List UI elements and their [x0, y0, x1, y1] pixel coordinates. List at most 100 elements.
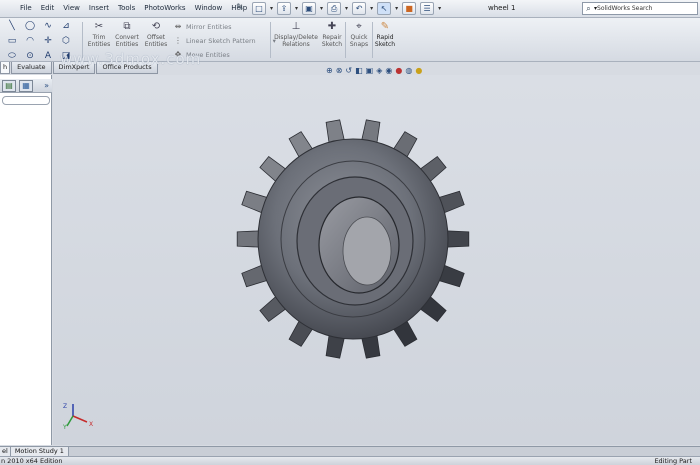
rapid-sketch-label: Rapid Sketch	[374, 34, 396, 48]
menu-tools[interactable]: Tools	[118, 4, 135, 12]
tab-evaluate[interactable]: Evaluate	[11, 62, 52, 74]
graphics-area[interactable]: Z X Y	[53, 75, 700, 445]
tab-model[interactable]: el	[0, 447, 11, 456]
options-icon[interactable]: ☰	[420, 2, 435, 15]
chevron-down-icon[interactable]: ▾	[438, 2, 441, 15]
edit-appearance-icon[interactable]: ●	[395, 66, 402, 76]
search-input[interactable]: SolidWorks Search	[597, 5, 652, 12]
solidworks-search[interactable]: ⌕ ▾ SolidWorks Search	[582, 2, 698, 15]
section-view-icon[interactable]: ◧	[355, 66, 363, 76]
search-icon: ⌕	[586, 4, 591, 13]
hide-show-icon[interactable]: ◉	[385, 66, 392, 76]
previous-view-icon[interactable]: ↺	[345, 66, 352, 76]
gear-model[interactable]	[235, 111, 475, 361]
property-manager-tab-icon[interactable]: ▦	[19, 79, 33, 92]
menu-insert[interactable]: Insert	[89, 4, 109, 12]
status-mode: Editing Part	[654, 457, 692, 465]
zoom-to-fit-icon[interactable]: ⊕	[326, 66, 333, 76]
rapid-sketch-button[interactable]: ✎ Rapid Sketch	[373, 21, 397, 48]
print-icon[interactable]: ⎙	[327, 2, 342, 15]
offset-icon: ⟲	[151, 21, 161, 32]
display-delete-relations-button[interactable]: ⊥ Display/Delete Relations	[273, 21, 319, 48]
menu-bar: File Edit View Insert Tools PhotoWorks W…	[0, 0, 700, 18]
mirror-icon: ⇹	[174, 22, 182, 31]
trim-icon: ✂	[94, 21, 104, 32]
menu-edit[interactable]: Edit	[41, 4, 55, 12]
convert-entities-button[interactable]: ⧉ Convert Entities	[113, 21, 141, 48]
line-icon[interactable]: ╲	[3, 20, 21, 33]
triad-x-label: X	[89, 421, 93, 428]
polygon-icon[interactable]: ⬡	[57, 35, 75, 48]
repair-sketch-label: Repair Sketch	[321, 34, 343, 48]
trim-entities-button[interactable]: ✂ Trim Entities	[87, 21, 111, 48]
chevron-down-icon[interactable]: ▾	[370, 2, 373, 15]
relations-icon: ⊥	[291, 21, 301, 32]
smart-dimension-icon[interactable]: ⊿	[57, 20, 75, 33]
view-settings-icon[interactable]: ●	[415, 66, 422, 76]
quick-snaps-button[interactable]: ⌖ Quick Snaps	[347, 21, 371, 48]
chevron-down-icon[interactable]: ▾	[295, 2, 298, 15]
display-style-icon[interactable]: ◈	[376, 66, 382, 76]
repair-icon: ✚	[327, 21, 337, 32]
quick-snaps-icon: ⌖	[356, 21, 362, 32]
rebuild-icon[interactable]: ■	[402, 2, 417, 15]
menu-file[interactable]: File	[20, 4, 32, 12]
save-icon[interactable]: ▣	[302, 2, 317, 15]
chevron-down-icon[interactable]: ▾	[395, 2, 398, 15]
tab-motion-study-1[interactable]: Motion Study 1	[10, 447, 69, 456]
menu-view[interactable]: View	[63, 4, 80, 12]
tab-sketch[interactable]: h	[0, 62, 11, 74]
spline-icon[interactable]: ∿	[39, 20, 57, 33]
rectangle-icon[interactable]: ▭	[3, 35, 21, 48]
bottom-tabs: el Motion Study 1	[0, 446, 700, 456]
open-icon[interactable]: ⇪	[277, 2, 292, 15]
point-icon[interactable]: ✛	[39, 35, 57, 48]
separator	[345, 22, 346, 58]
offset-entities-button[interactable]: ⟲ Offset Entities	[143, 21, 169, 48]
zoom-to-area-icon[interactable]: ⊗	[336, 66, 343, 76]
feature-manager-tab-icon[interactable]: ▤	[2, 79, 16, 92]
chevron-down-icon[interactable]: ▾	[270, 2, 273, 15]
pattern-icon: ⋮	[174, 36, 182, 45]
linear-sketch-pattern-label: Linear Sketch Pattern	[186, 36, 256, 45]
triad-y-label: Y	[62, 424, 67, 430]
new-document-icon[interactable]: □	[252, 2, 266, 15]
status-bar: n 2010 x64 Edition Editing Part	[0, 456, 700, 465]
view-orientation-icon[interactable]: ▣	[366, 66, 374, 76]
mirror-entities-label: Mirror Entities	[186, 22, 232, 31]
display-delete-relations-label: Display/Delete Relations	[274, 34, 318, 48]
quick-snaps-label: Quick Snaps	[349, 34, 369, 48]
quick-access-toolbar: □ ▾ ⇪ ▾ ▣ ▾ ⎙ ▾ ↶ ▾ ↖ ▾ ■ ☰ ▾	[252, 2, 441, 15]
watermark: www.3dmox.com	[60, 50, 202, 68]
main-menu: File Edit View Insert Tools PhotoWorks W…	[20, 4, 247, 12]
trim-entities-label: Trim Entities	[87, 34, 111, 48]
triad-z-label: Z	[63, 403, 67, 410]
orientation-triad: Z X Y	[62, 403, 93, 430]
circle-icon[interactable]: ◯	[21, 20, 39, 33]
apply-scene-icon[interactable]: ◍	[405, 66, 412, 76]
chevron-down-icon[interactable]: ▾	[320, 2, 323, 15]
document-title: wheel 1	[488, 4, 516, 12]
panel-tabs: ▤ ▦ »	[0, 79, 52, 93]
menu-window[interactable]: Window	[195, 4, 223, 12]
arc-icon[interactable]: ◠	[21, 35, 39, 48]
convert-icon: ⧉	[123, 21, 131, 32]
offset-entities-label: Offset Entities	[144, 34, 168, 48]
feature-manager-panel: ▤ ▦ » t<<Default>_Diot specified>e1e21e3…	[0, 75, 52, 445]
select-icon[interactable]: ↖	[377, 2, 392, 15]
linear-sketch-pattern-button[interactable]: ⋮ Linear Sketch Pattern ▾	[173, 36, 276, 45]
convert-entities-label: Convert Entities	[115, 34, 139, 48]
rapid-sketch-icon: ✎	[380, 21, 390, 32]
status-edition: n 2010 x64 Edition	[1, 457, 63, 465]
mirror-entities-button[interactable]: ⇹ Mirror Entities	[173, 22, 232, 31]
separator	[270, 22, 271, 58]
chevron-down-icon[interactable]: ▾	[345, 2, 348, 15]
heads-up-view-toolbar: ⊕ ⊗ ↺ ◧ ▣ ◈ ◉ ● ◍ ●	[326, 66, 422, 76]
menu-photoworks[interactable]: PhotoWorks	[144, 4, 185, 12]
more-tabs-icon[interactable]: »	[44, 81, 49, 90]
tree-filter-input[interactable]	[2, 96, 50, 105]
pin-icon[interactable]: ✎	[236, 3, 244, 13]
undo-icon[interactable]: ↶	[352, 2, 367, 15]
gear-bore-inner	[342, 216, 392, 286]
repair-sketch-button[interactable]: ✚ Repair Sketch	[320, 21, 344, 48]
